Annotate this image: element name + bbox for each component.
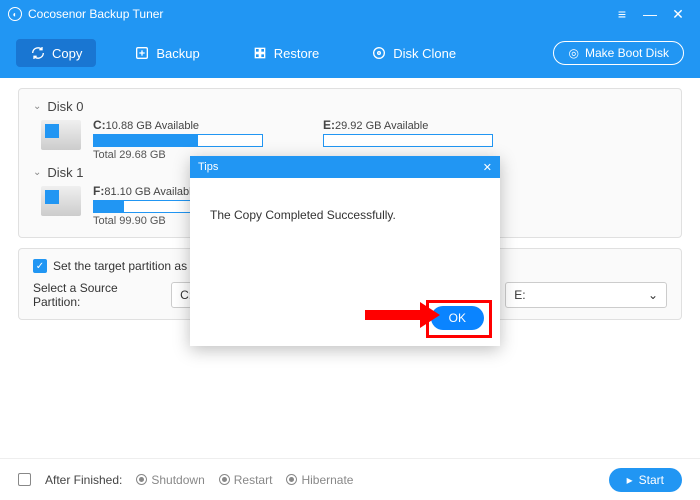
menu-icon[interactable]: ≡ bbox=[608, 6, 636, 22]
after-finished-label: After Finished: bbox=[45, 473, 122, 487]
restart-label: Restart bbox=[234, 473, 273, 487]
ok-label: OK bbox=[449, 311, 466, 325]
start-label: Start bbox=[639, 473, 664, 487]
diskclone-label: Disk Clone bbox=[393, 46, 456, 61]
windows-icon bbox=[45, 190, 59, 204]
tips-dialog: Tips ✕ The Copy Completed Successfully. … bbox=[190, 156, 500, 346]
chevron-down-icon: ⌄ bbox=[648, 288, 658, 302]
backup-label: Backup bbox=[156, 46, 199, 61]
footer-bar: After Finished: Shutdown Restart Hiberna… bbox=[0, 458, 700, 500]
drive-letter: C: bbox=[93, 118, 106, 132]
hibernate-label: Hibernate bbox=[301, 473, 353, 487]
dialog-close-icon[interactable]: ✕ bbox=[483, 161, 492, 174]
source-partition-label: Select a Source Partition: bbox=[33, 281, 161, 309]
restore-icon bbox=[252, 45, 268, 61]
copy-icon bbox=[30, 45, 46, 61]
restore-label: Restore bbox=[274, 46, 320, 61]
dialog-header: Tips ✕ bbox=[190, 156, 500, 178]
drive-icon bbox=[41, 120, 81, 150]
chevron-down-icon: ⌄ bbox=[33, 167, 41, 178]
disk-header[interactable]: ⌄ Disk 0 bbox=[33, 95, 667, 118]
minimize-button[interactable]: — bbox=[636, 6, 664, 22]
disk-row: C:10.88 GB Available Total 29.68 GB E:29… bbox=[33, 118, 667, 161]
main-toolbar: Copy Backup Restore Disk Clone ◎ Make Bo… bbox=[0, 28, 700, 78]
usage-bar bbox=[323, 134, 493, 147]
drive-icon bbox=[41, 186, 81, 216]
chevron-down-icon: ⌄ bbox=[33, 101, 41, 112]
play-icon: ▸ bbox=[627, 473, 633, 487]
copy-label: Copy bbox=[52, 46, 82, 61]
app-title: Cocosenor Backup Tuner bbox=[28, 7, 608, 21]
target-partition-select[interactable]: E: ⌄ bbox=[505, 282, 667, 308]
usage-bar bbox=[93, 134, 263, 147]
dialog-title: Tips bbox=[198, 161, 218, 173]
restart-radio[interactable]: Restart bbox=[219, 473, 273, 487]
windows-icon bbox=[45, 124, 59, 138]
shutdown-radio[interactable]: Shutdown bbox=[136, 473, 204, 487]
disk-name: Disk 1 bbox=[47, 165, 83, 180]
copy-tab[interactable]: Copy bbox=[16, 39, 96, 67]
disk-name: Disk 0 bbox=[47, 99, 83, 114]
bootdisk-label: Make Boot Disk bbox=[585, 46, 669, 60]
drive-item[interactable]: E:29.92 GB Available bbox=[323, 118, 493, 161]
diskclone-icon bbox=[371, 45, 387, 61]
start-button[interactable]: ▸ Start bbox=[609, 468, 682, 492]
hibernate-radio[interactable]: Hibernate bbox=[286, 473, 353, 487]
drive-available: 10.88 GB Available bbox=[106, 120, 199, 132]
drive-available: 81.10 GB Available bbox=[104, 186, 197, 198]
shutdown-label: Shutdown bbox=[151, 473, 204, 487]
diskclone-tab[interactable]: Disk Clone bbox=[357, 39, 470, 67]
title-bar: ◐ Cocosenor Backup Tuner ≡ — ✕ bbox=[0, 0, 700, 28]
after-finished-checkbox[interactable] bbox=[18, 473, 31, 486]
backup-icon bbox=[134, 45, 150, 61]
drive-letter: E: bbox=[323, 118, 335, 132]
drive-available: 29.92 GB Available bbox=[335, 120, 428, 132]
drive-letter: F: bbox=[93, 184, 104, 198]
drive-item[interactable]: C:10.88 GB Available Total 29.68 GB bbox=[93, 118, 263, 161]
backup-tab[interactable]: Backup bbox=[120, 39, 213, 67]
target-value: E: bbox=[514, 288, 525, 302]
close-button[interactable]: ✕ bbox=[664, 6, 692, 23]
dialog-message: The Copy Completed Successfully. bbox=[190, 178, 500, 222]
ok-button[interactable]: OK bbox=[431, 306, 484, 330]
checkbox-checked-icon: ✓ bbox=[33, 259, 47, 273]
disc-icon: ◎ bbox=[568, 46, 578, 60]
make-boot-disk-button[interactable]: ◎ Make Boot Disk bbox=[553, 41, 684, 65]
restore-tab[interactable]: Restore bbox=[238, 39, 334, 67]
app-logo-icon: ◐ bbox=[8, 7, 22, 21]
